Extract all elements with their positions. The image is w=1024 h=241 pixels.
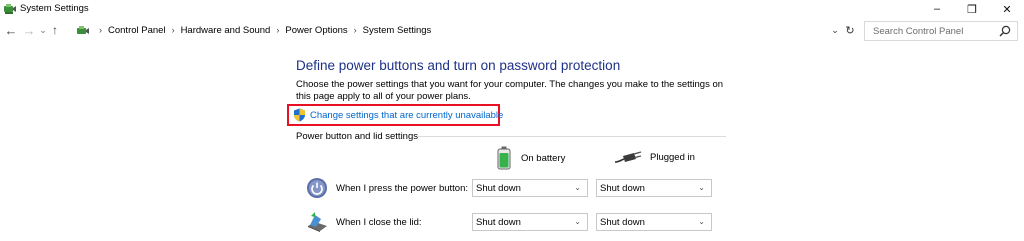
change-settings-link-label[interactable]: Change settings that are currently unava… <box>310 110 503 121</box>
page-description: Choose the power settings that you want … <box>296 79 724 102</box>
title-bar: System Settings – ❐ ✕ <box>0 0 1024 18</box>
breadcrumb-separator: › <box>276 25 280 35</box>
power-plug-icon <box>614 151 642 163</box>
section-label: Power button and lid settings <box>296 131 418 142</box>
power-options-app-icon <box>4 4 16 14</box>
main-content: Define power buttons and turn on passwor… <box>296 58 736 102</box>
back-arrow-icon[interactable]: ← <box>2 22 20 38</box>
battery-icon <box>497 146 511 170</box>
close-button[interactable]: ✕ <box>990 0 1024 18</box>
breadcrumb-separator: › <box>353 25 357 35</box>
on-battery-label: On battery <box>521 152 566 164</box>
power-button-on-battery-select[interactable]: Shut down ⌄ <box>472 179 588 197</box>
search-box[interactable] <box>864 21 1018 41</box>
breadcrumb-power-options[interactable]: Power Options <box>285 25 347 36</box>
breadcrumb-control-panel[interactable]: Control Panel <box>108 25 166 36</box>
minimize-button[interactable]: – <box>920 0 954 18</box>
close-lid-label: When I close the lid: <box>336 216 422 228</box>
forward-arrow-icon[interactable]: → <box>20 22 38 38</box>
chevron-down-icon: ⌄ <box>698 217 705 226</box>
plugged-in-label: Plugged in <box>650 151 695 163</box>
select-value: Shut down <box>476 216 521 228</box>
up-arrow-icon[interactable]: ↑ <box>48 22 62 38</box>
power-button-row: When I press the power button: <box>306 176 468 200</box>
search-icon[interactable] <box>999 25 1011 37</box>
section-divider <box>418 136 726 137</box>
column-header-plugged-in: Plugged in <box>614 150 695 164</box>
address-dropdown-chevron-icon[interactable]: ⌄ <box>829 23 841 37</box>
power-button-icon <box>307 178 327 198</box>
search-input[interactable] <box>865 25 990 37</box>
laptop-lid-icon <box>308 212 327 232</box>
select-value: Shut down <box>600 216 645 228</box>
maximize-button[interactable]: ❐ <box>955 0 989 18</box>
window-title: System Settings <box>20 3 89 14</box>
chevron-down-icon: ⌄ <box>574 217 581 226</box>
chevron-down-icon: ⌄ <box>698 183 705 192</box>
column-header-on-battery: On battery <box>497 146 565 170</box>
close-lid-row: When I close the lid: <box>306 210 422 234</box>
uac-shield-icon <box>294 108 305 122</box>
breadcrumb-hardware-and-sound[interactable]: Hardware and Sound <box>181 25 271 36</box>
page-title: Define power buttons and turn on passwor… <box>296 58 621 73</box>
select-value: Shut down <box>476 182 521 194</box>
close-lid-on-battery-select[interactable]: Shut down ⌄ <box>472 213 588 231</box>
breadcrumb-separator: › <box>99 25 102 35</box>
breadcrumb-system-settings[interactable]: System Settings <box>363 25 432 36</box>
breadcrumb[interactable]: › Control Panel › Hardware and Sound › P… <box>76 21 864 39</box>
chevron-down-icon: ⌄ <box>574 183 581 192</box>
power-button-label: When I press the power button: <box>336 182 469 194</box>
close-lid-plugged-in-select[interactable]: Shut down ⌄ <box>596 213 712 231</box>
select-value: Shut down <box>600 182 645 194</box>
control-panel-icon <box>77 25 89 34</box>
refresh-icon[interactable]: ↻ <box>843 23 857 37</box>
change-settings-link[interactable]: Change settings that are currently unava… <box>293 108 503 122</box>
power-button-plugged-in-select[interactable]: Shut down ⌄ <box>596 179 712 197</box>
breadcrumb-separator: › <box>171 25 175 35</box>
